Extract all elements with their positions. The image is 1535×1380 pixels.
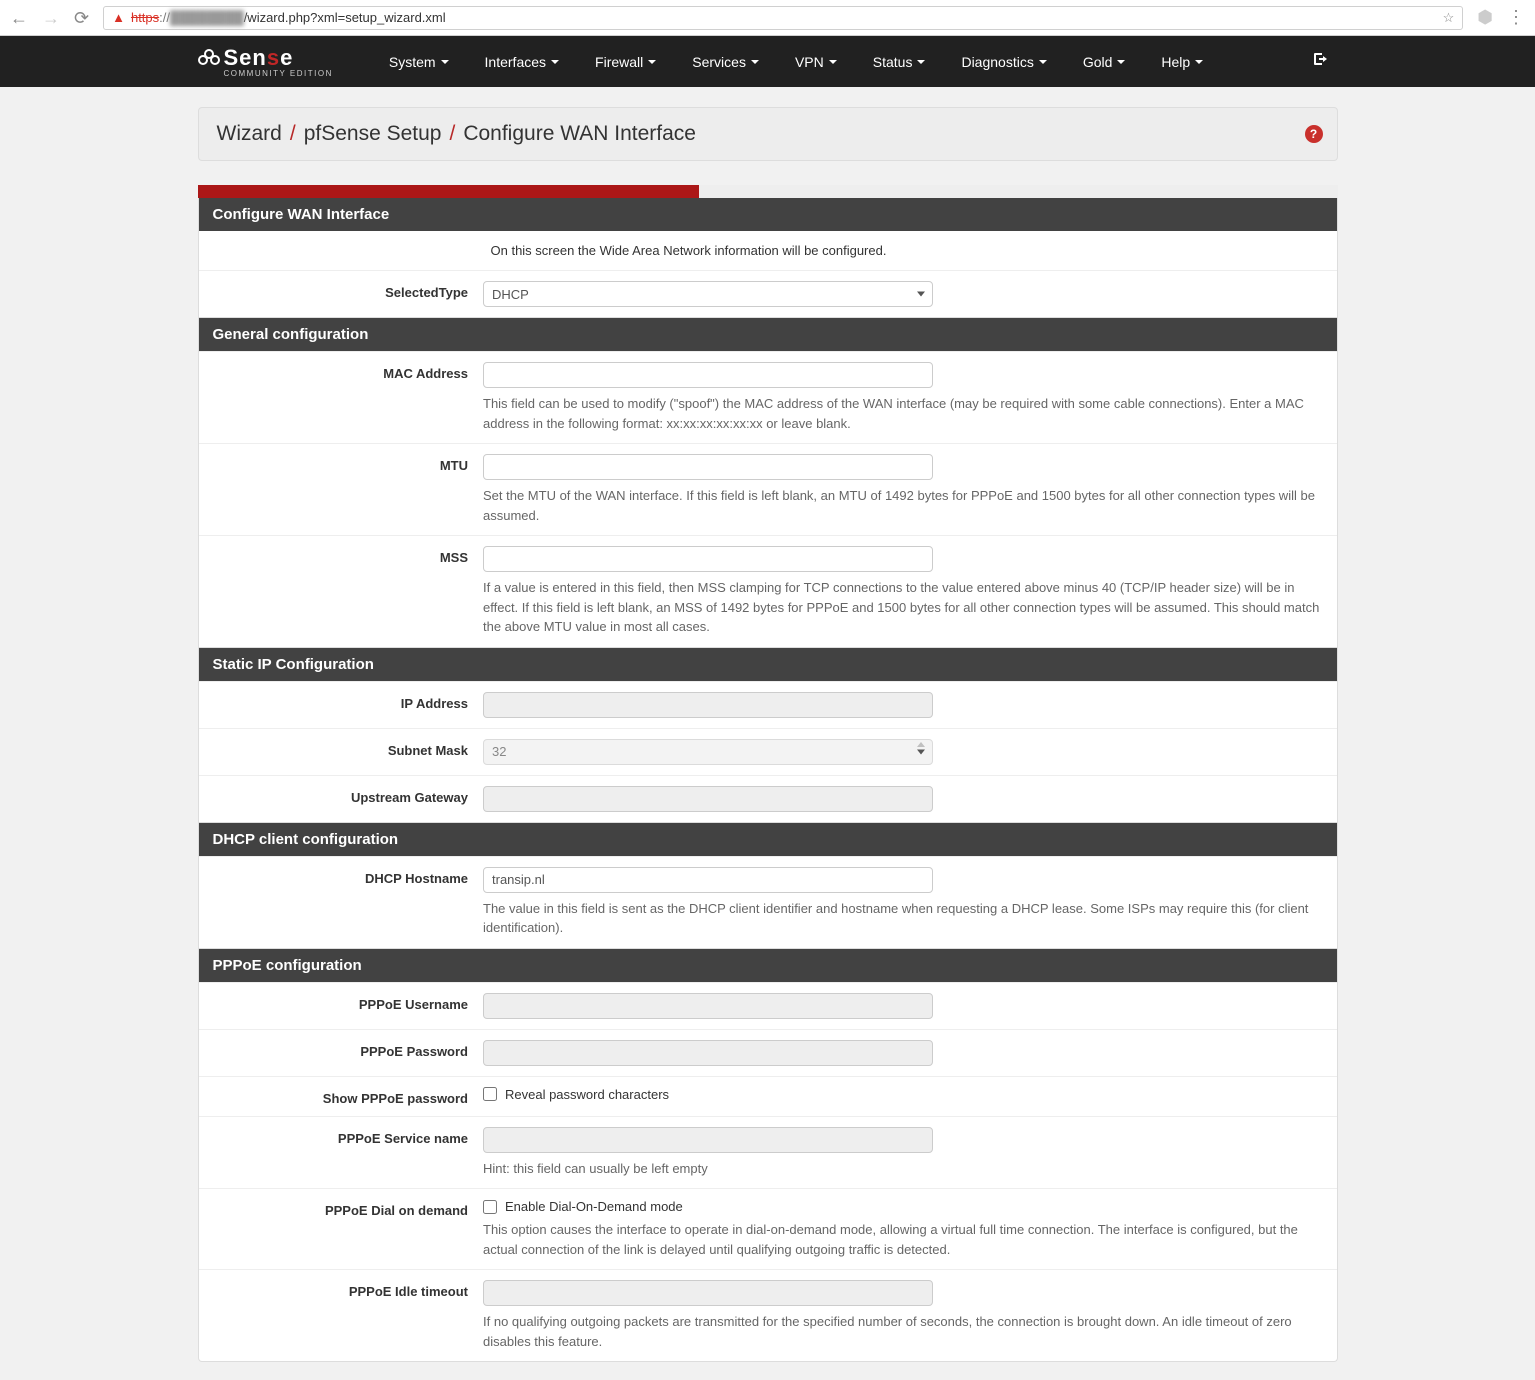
chevron-down-icon bbox=[829, 60, 837, 64]
pppoe-service-label: PPPoE Service name bbox=[199, 1127, 484, 1179]
selected-type-select[interactable]: DHCP bbox=[483, 281, 933, 307]
mss-help: If a value is entered in this field, the… bbox=[483, 578, 1322, 637]
brand-logo[interactable]: Sense COMMUNITY EDITION bbox=[198, 45, 351, 78]
url-protocol: https bbox=[131, 10, 159, 25]
brand-subtitle: COMMUNITY EDITION bbox=[224, 69, 333, 78]
nav-diagnostics[interactable]: Diagnostics bbox=[943, 36, 1064, 87]
configure-intro: On this screen the Wide Area Network inf… bbox=[491, 243, 1322, 258]
pppoe-service-help: Hint: this field can usually be left emp… bbox=[483, 1159, 1322, 1179]
mtu-input[interactable] bbox=[483, 454, 933, 480]
bookmark-star-icon[interactable]: ☆ bbox=[1443, 10, 1455, 26]
wizard-progress-bar bbox=[198, 185, 700, 198]
pppoe-username-input bbox=[483, 993, 933, 1019]
menu-icon[interactable]: ⋮ bbox=[1507, 7, 1525, 28]
pppoe-user-label: PPPoE Username bbox=[199, 993, 484, 1019]
breadcrumb-current: Configure WAN Interface bbox=[463, 122, 696, 146]
mac-help: This field can be used to modify ("spoof… bbox=[483, 394, 1322, 433]
mss-input[interactable] bbox=[483, 546, 933, 572]
nav-firewall[interactable]: Firewall bbox=[577, 36, 674, 87]
reload-icon[interactable]: ⟳ bbox=[74, 9, 89, 27]
nav-gold[interactable]: Gold bbox=[1065, 36, 1144, 87]
chevron-down-icon bbox=[441, 60, 449, 64]
breadcrumb: Wizard / pfSense Setup / Configure WAN I… bbox=[198, 107, 1338, 161]
logout-icon[interactable] bbox=[1312, 51, 1338, 72]
nav-vpn[interactable]: VPN bbox=[777, 36, 855, 87]
selected-type-label: SelectedType bbox=[199, 281, 484, 307]
dhcp-hostname-input[interactable] bbox=[483, 867, 933, 893]
logo-icon bbox=[198, 49, 220, 67]
mss-label: MSS bbox=[199, 546, 484, 637]
show-pppoe-password-text: Reveal password characters bbox=[505, 1087, 669, 1102]
panel-title-pppoe: PPPoE configuration bbox=[199, 949, 1337, 982]
dhcp-hostname-help: The value in this field is sent as the D… bbox=[483, 899, 1322, 938]
breadcrumb-setup[interactable]: pfSense Setup bbox=[304, 122, 442, 146]
pppoe-idle-input bbox=[483, 1280, 933, 1306]
brand-text-3: e bbox=[280, 45, 293, 70]
url-path: /wizard.php?xml=setup_wizard.xml bbox=[244, 10, 446, 25]
pppoe-idle-help: If no qualifying outgoing packets are tr… bbox=[483, 1312, 1322, 1351]
chevron-down-icon bbox=[551, 60, 559, 64]
pppoe-dod-text: Enable Dial-On-Demand mode bbox=[505, 1199, 683, 1214]
panel-title-static: Static IP Configuration bbox=[199, 648, 1337, 681]
chevron-down-icon bbox=[1195, 60, 1203, 64]
subnet-label: Subnet Mask bbox=[199, 739, 484, 765]
pppoe-password-input bbox=[483, 1040, 933, 1066]
url-host: ████████ bbox=[170, 10, 244, 25]
url-bar[interactable]: ▲ https://████████/wizard.php?xml=setup_… bbox=[103, 6, 1463, 30]
extension-icon[interactable]: ⬢ bbox=[1477, 7, 1493, 28]
pppoe-dod-label: PPPoE Dial on demand bbox=[199, 1199, 484, 1259]
subnet-mask-select: 32 bbox=[483, 739, 933, 765]
nav-services[interactable]: Services bbox=[674, 36, 777, 87]
panel-title-dhcp: DHCP client configuration bbox=[199, 823, 1337, 856]
pppoe-idle-label: PPPoE Idle timeout bbox=[199, 1280, 484, 1351]
gateway-label: Upstream Gateway bbox=[199, 786, 484, 812]
pppoe-pass-label: PPPoE Password bbox=[199, 1040, 484, 1066]
help-icon[interactable]: ? bbox=[1305, 125, 1323, 143]
top-navbar: Sense COMMUNITY EDITION System Interface… bbox=[0, 36, 1535, 87]
mtu-label: MTU bbox=[199, 454, 484, 525]
breadcrumb-sep-icon: / bbox=[449, 122, 455, 146]
mac-address-input[interactable] bbox=[483, 362, 933, 388]
ip-label: IP Address bbox=[199, 692, 484, 718]
chevron-down-icon bbox=[917, 60, 925, 64]
brand-text-1: Sen bbox=[224, 45, 267, 70]
brand-text-2: s bbox=[267, 45, 280, 70]
show-pppoe-password-checkbox[interactable] bbox=[483, 1087, 497, 1101]
dhcp-hostname-label: DHCP Hostname bbox=[199, 867, 484, 938]
browser-toolbar: ← → ⟳ ▲ https://████████/wizard.php?xml=… bbox=[0, 0, 1535, 36]
https-warn-icon: ▲ bbox=[112, 10, 125, 25]
mac-label: MAC Address bbox=[199, 362, 484, 433]
pppoe-dod-help: This option causes the interface to oper… bbox=[483, 1220, 1322, 1259]
nav-system[interactable]: System bbox=[371, 36, 467, 87]
pppoe-service-input bbox=[483, 1127, 933, 1153]
pppoe-dod-checkbox[interactable] bbox=[483, 1200, 497, 1214]
chevron-down-icon bbox=[751, 60, 759, 64]
back-icon[interactable]: ← bbox=[10, 9, 28, 27]
nav-status[interactable]: Status bbox=[855, 36, 944, 87]
nav-interfaces[interactable]: Interfaces bbox=[467, 36, 577, 87]
upstream-gateway-input bbox=[483, 786, 933, 812]
breadcrumb-wizard[interactable]: Wizard bbox=[217, 122, 282, 146]
pppoe-showpass-label: Show PPPoE password bbox=[199, 1087, 484, 1106]
nav-help[interactable]: Help bbox=[1143, 36, 1221, 87]
ip-address-input bbox=[483, 692, 933, 718]
nav-links: System Interfaces Firewall Services VPN … bbox=[371, 36, 1221, 87]
breadcrumb-sep-icon: / bbox=[290, 122, 296, 146]
chevron-down-icon bbox=[1039, 60, 1047, 64]
panel-title-general: General configuration bbox=[199, 318, 1337, 351]
forward-icon: → bbox=[42, 9, 60, 27]
panel-title-configure-wan: Configure WAN Interface bbox=[199, 198, 1337, 231]
wizard-progress bbox=[198, 185, 1338, 198]
mtu-help: Set the MTU of the WAN interface. If thi… bbox=[483, 486, 1322, 525]
chevron-down-icon bbox=[1117, 60, 1125, 64]
chevron-down-icon bbox=[648, 60, 656, 64]
